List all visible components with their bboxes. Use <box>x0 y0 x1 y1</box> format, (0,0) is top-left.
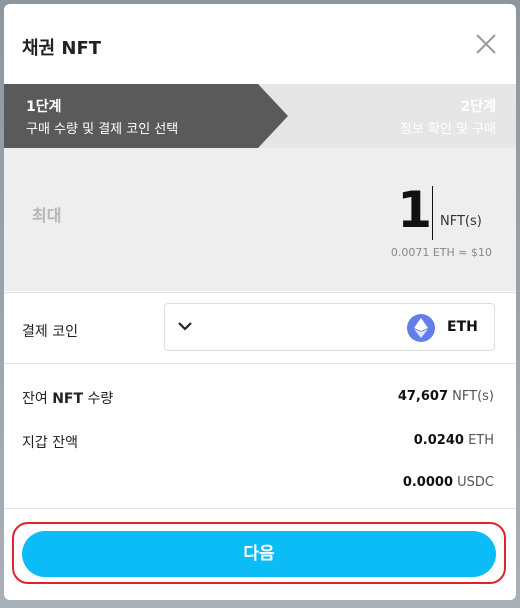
chevron-down-icon <box>178 322 192 331</box>
selected-coin: ETH <box>447 319 478 335</box>
step-2: 2단계 정보 확인 및 구매 <box>400 96 496 137</box>
quantity-section: 최대 1 NFT(s) 0.0071 ETH ≈ $10 <box>4 148 516 291</box>
footer-divider <box>4 508 516 509</box>
text-cursor <box>432 186 433 240</box>
payment-coin-row: 결제 코인 ETH <box>4 292 516 364</box>
wallet-eth-row: 지갑 잔액 0.0240 ETH <box>4 428 516 452</box>
quantity-conversion: 0.0071 ETH ≈ $10 <box>390 246 492 259</box>
remaining-nft-row: 잔여 NFT 수량 47,607 NFT(s) <box>4 384 516 408</box>
step-indicator: 1단계 구매 수량 및 결제 코인 선택 2단계 정보 확인 및 구매 <box>4 84 516 148</box>
close-button[interactable] <box>474 32 498 56</box>
ethereum-icon <box>407 314 435 342</box>
payment-coin-select[interactable]: ETH <box>164 303 495 351</box>
next-button[interactable]: 다음 <box>22 531 496 577</box>
purchase-dialog: 채권 NFT 1단계 구매 수량 및 결제 코인 선택 2단계 정보 확인 및 … <box>4 4 516 600</box>
step-1-number: 1단계 <box>26 99 62 115</box>
quantity-input[interactable]: 1 <box>397 180 432 240</box>
step-1: 1단계 구매 수량 및 결제 코인 선택 <box>26 96 178 137</box>
step-2-label: 정보 확인 및 구매 <box>399 122 496 137</box>
step-2-number: 2단계 <box>460 99 496 115</box>
wallet-usdc-value: 0.0000 USDC <box>402 475 494 490</box>
dialog-title-prefix: 채권 <box>22 38 56 59</box>
dialog-title-suffix: NFT <box>61 38 102 59</box>
remaining-nft-value: 47,607 NFT(s) <box>397 389 494 404</box>
step-1-label: 구매 수량 및 결제 코인 선택 <box>26 122 179 137</box>
dialog-title: 채권 NFT <box>22 34 101 60</box>
wallet-usdc-row: 0.0000 USDC <box>4 470 516 494</box>
payment-coin-label: 결제 코인 <box>22 324 78 340</box>
max-button[interactable]: 최대 <box>32 202 61 226</box>
remaining-nft-label: 잔여 NFT 수량 <box>22 391 114 407</box>
close-icon <box>476 34 496 54</box>
dialog-header: 채권 NFT <box>4 4 516 84</box>
quantity-unit: NFT(s) <box>440 214 482 229</box>
wallet-balance-label: 지갑 잔액 <box>22 435 78 451</box>
wallet-eth-value: 0.0240 ETH <box>413 433 494 448</box>
